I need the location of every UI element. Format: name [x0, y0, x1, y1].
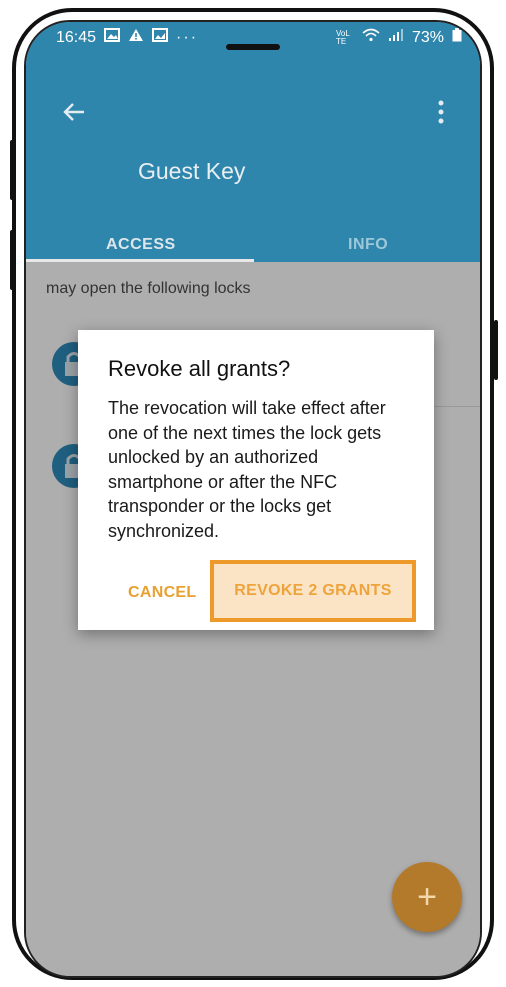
gallery-notification-icon	[152, 28, 169, 47]
camera-notch	[226, 44, 280, 50]
volte-icon: VoLTE	[335, 28, 350, 46]
tab-access[interactable]: ACCESS	[106, 236, 176, 254]
page-title: Guest Key	[138, 158, 246, 184]
revoke-dialog: Revoke all grants? The revocation will t…	[78, 330, 434, 630]
dialog-message: The revocation will take effect after on…	[108, 398, 386, 541]
signal-icon	[388, 28, 404, 47]
status-bar: 16:45 ··· VoLTE 73%	[26, 22, 480, 56]
status-left: 16:45 ···	[56, 28, 198, 47]
battery-percent: 73%	[411, 28, 444, 46]
phone-side-button	[10, 230, 14, 290]
phone-screen: 16:45 ··· VoLTE 73% Guest Key ACCESS INF…	[24, 20, 482, 978]
back-arrow-icon[interactable]	[60, 98, 88, 126]
plus-icon: +	[417, 877, 437, 916]
dialog-title: Revoke all grants?	[108, 356, 291, 381]
status-time: 16:45	[56, 28, 97, 46]
tab-info[interactable]: INFO	[348, 236, 388, 254]
overflow-menu-icon[interactable]	[438, 100, 444, 124]
app-bar: Guest Key ACCESS INFO	[26, 56, 480, 262]
warning-icon	[128, 28, 144, 47]
more-notifications-icon: ···	[176, 28, 199, 46]
phone-side-button	[10, 140, 14, 200]
battery-icon	[452, 28, 462, 47]
revoke-grants-button[interactable]: REVOKE 2 GRANTS	[210, 560, 416, 622]
add-fab-button[interactable]: +	[392, 862, 462, 932]
status-right: VoLTE 73%	[336, 28, 462, 47]
image-notification-icon	[104, 28, 121, 47]
subheading: may open the following locks	[46, 280, 251, 297]
cancel-button[interactable]: CANCEL	[128, 584, 196, 602]
wifi-icon	[362, 28, 380, 47]
phone-side-button	[494, 320, 498, 380]
